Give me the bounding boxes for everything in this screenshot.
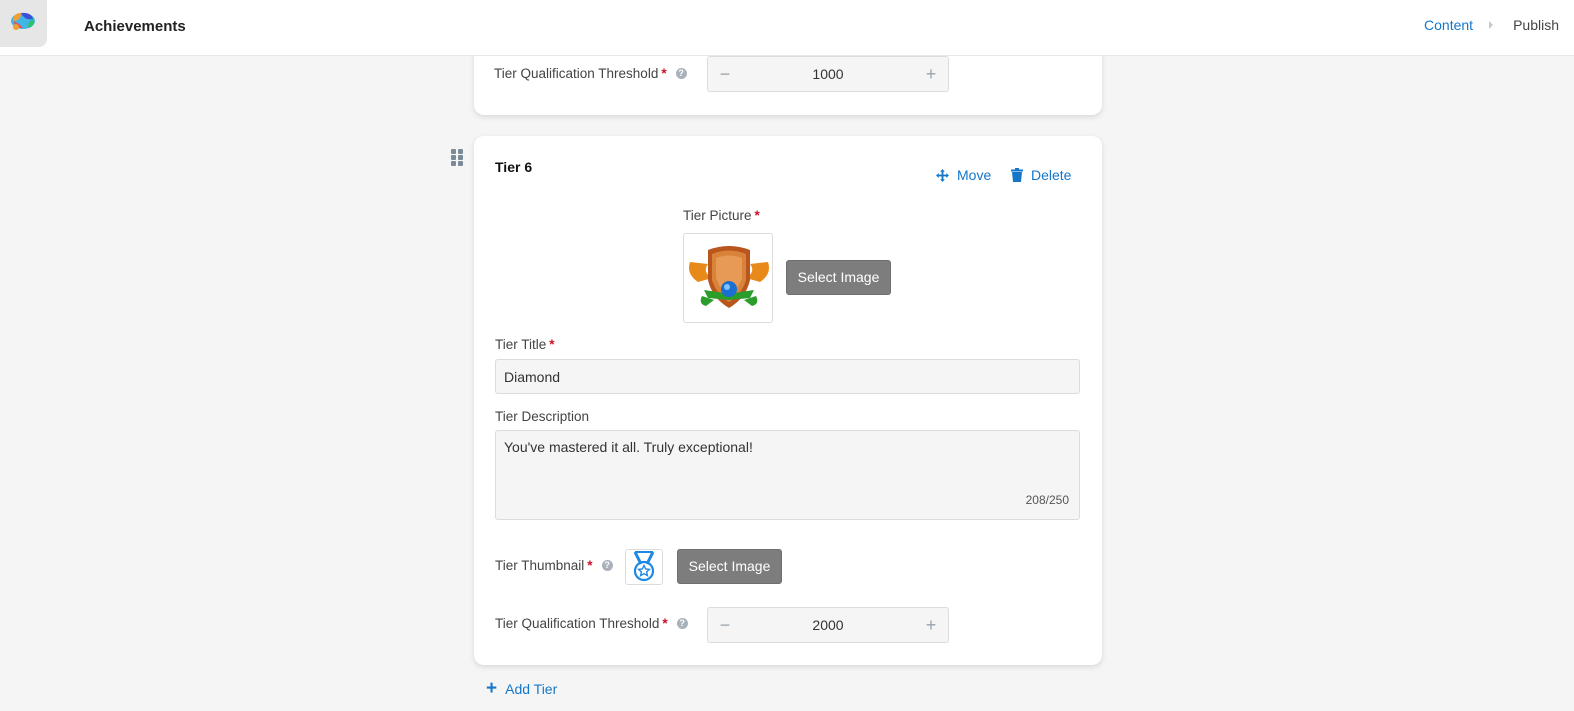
threshold-value[interactable]: 2000: [748, 617, 908, 633]
tier-picture-label-text: Tier Picture: [683, 208, 752, 223]
threshold-label: Tier Qualification Threshold *?: [495, 616, 688, 631]
tier-thumbnail-label: Tier Thumbnail *?: [495, 558, 613, 573]
tier-title-label: Tier Title *: [495, 337, 555, 352]
chevron-right-icon: [1489, 21, 1494, 29]
help-icon[interactable]: ?: [676, 618, 688, 629]
plus-icon[interactable]: +: [920, 614, 942, 636]
top-bar: Achievements Content Publish: [0, 0, 1574, 56]
medal-icon: [633, 551, 655, 582]
tier-description-label-text: Tier Description: [495, 409, 590, 424]
minus-icon[interactable]: −: [714, 63, 736, 85]
required-marker: *: [587, 558, 593, 573]
tier-thumbnail-label-text: Tier Thumbnail: [495, 558, 585, 573]
app-logo[interactable]: [0, 0, 47, 47]
trash-icon: [1011, 168, 1023, 182]
required-marker: *: [661, 66, 667, 81]
tier-description-textarea[interactable]: You've mastered it all. Truly exceptiona…: [495, 430, 1080, 520]
tier-title-input[interactable]: Diamond: [495, 359, 1080, 394]
add-tier-button[interactable]: + Add Tier: [486, 678, 558, 699]
threshold-value[interactable]: 1000: [748, 66, 908, 82]
threshold-stepper-prev[interactable]: − 1000 +: [707, 56, 949, 92]
threshold-stepper[interactable]: − 2000 +: [707, 607, 949, 643]
minus-icon[interactable]: −: [714, 614, 736, 636]
plus-icon[interactable]: +: [920, 63, 942, 85]
select-picture-button[interactable]: Select Image: [786, 260, 891, 295]
page-title: Achievements: [84, 18, 186, 35]
breadcrumb-steps: Content Publish: [1424, 17, 1559, 33]
tier-description-text: You've mastered it all. Truly exceptiona…: [504, 439, 753, 455]
required-marker: *: [662, 616, 668, 631]
help-icon[interactable]: ?: [675, 68, 687, 79]
threshold-label-prev: Tier Qualification Threshold *?: [494, 66, 687, 81]
tier-thumbnail-preview: [625, 549, 663, 585]
delete-label: Delete: [1031, 167, 1072, 183]
select-thumbnail-button[interactable]: Select Image: [677, 549, 782, 584]
drag-handle-icon[interactable]: [451, 149, 465, 167]
move-label: Move: [957, 167, 992, 183]
tier-picture-label: Tier Picture *: [683, 208, 760, 223]
tier-description-label: Tier Description: [495, 409, 589, 424]
tier-card: Tier 6 Move Delete Tier Picture * Select…: [474, 136, 1102, 665]
tier-picture-preview: [683, 233, 773, 323]
logo-icon: [11, 12, 35, 30]
required-marker: *: [754, 208, 760, 223]
move-icon: [936, 168, 949, 182]
tier-title-label-text: Tier Title: [495, 337, 547, 352]
threshold-label-text: Tier Qualification Threshold: [495, 616, 660, 631]
plus-icon: +: [486, 678, 498, 699]
tier-heading: Tier 6: [495, 159, 533, 175]
step-content[interactable]: Content: [1424, 17, 1473, 33]
help-icon[interactable]: ?: [601, 560, 613, 571]
add-tier-label: Add Tier: [505, 681, 558, 697]
threshold-label-text: Tier Qualification Threshold: [494, 66, 659, 81]
move-button[interactable]: Move: [936, 167, 991, 183]
required-marker: *: [549, 337, 555, 352]
character-counter: 208/250: [1025, 493, 1069, 507]
tier-badge-image: [689, 246, 769, 308]
step-publish[interactable]: Publish: [1513, 17, 1559, 33]
delete-button[interactable]: Delete: [1011, 167, 1071, 183]
